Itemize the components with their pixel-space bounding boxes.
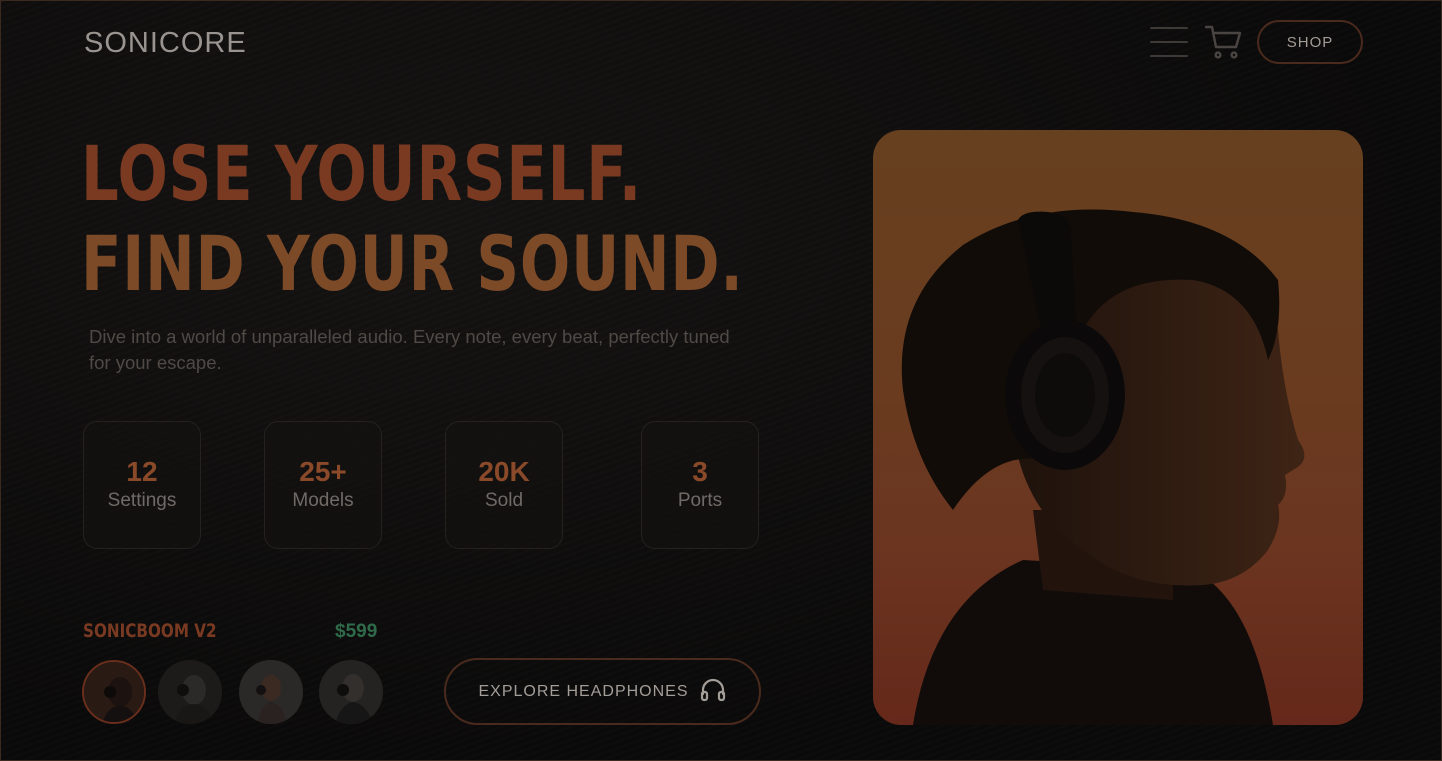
shop-button[interactable]: SHOP — [1257, 20, 1363, 64]
explore-headphones-button[interactable]: EXPLORE HEADPHONES — [444, 658, 761, 725]
product-thumbnail-3[interactable] — [239, 660, 303, 724]
brand-logo[interactable]: SONICORE — [84, 27, 247, 60]
hero-headline: LOSE YOURSELF. FIND YOUR SOUND. — [81, 129, 744, 309]
headline-line-1: LOSE YOURSELF. — [81, 129, 643, 218]
stat-label: Ports — [677, 490, 723, 511]
stat-card-settings: 12 Settings — [83, 421, 201, 549]
stat-card-models: 25+ Models — [264, 421, 382, 549]
stat-value: 20K — [478, 456, 530, 487]
shopping-cart-icon[interactable] — [1203, 22, 1243, 62]
product-thumbnail-2[interactable] — [158, 660, 222, 724]
product-thumbnail-1[interactable] — [82, 660, 146, 724]
explore-headphones-label: EXPLORE HEADPHONES — [478, 682, 689, 700]
stat-card-sold: 20K Sold — [445, 421, 563, 549]
product-name: SONICBOOM V2 — [83, 620, 217, 642]
stat-label: Settings — [107, 490, 177, 511]
product-thumbnail-4[interactable] — [319, 660, 383, 724]
hero-subtext: Dive into a world of unparalleled audio.… — [89, 326, 730, 373]
stat-card-ports: 3 Ports — [641, 421, 759, 549]
product-price: $599 — [335, 621, 378, 642]
stat-label: Sold — [484, 490, 524, 511]
stat-label: Models — [292, 490, 354, 511]
stat-value: 25+ — [299, 456, 347, 487]
headline-line-2: FIND YOUR SOUND. — [81, 219, 744, 308]
stat-value: 3 — [692, 456, 708, 487]
headphones-icon — [699, 676, 727, 707]
hamburger-menu-icon[interactable] — [1150, 27, 1188, 57]
landing-page: SONICORE SHOP LOSE YOURSELF. FIND YOUR S… — [0, 0, 1442, 761]
stat-value: 12 — [126, 456, 158, 487]
hero-image — [873, 130, 1363, 725]
